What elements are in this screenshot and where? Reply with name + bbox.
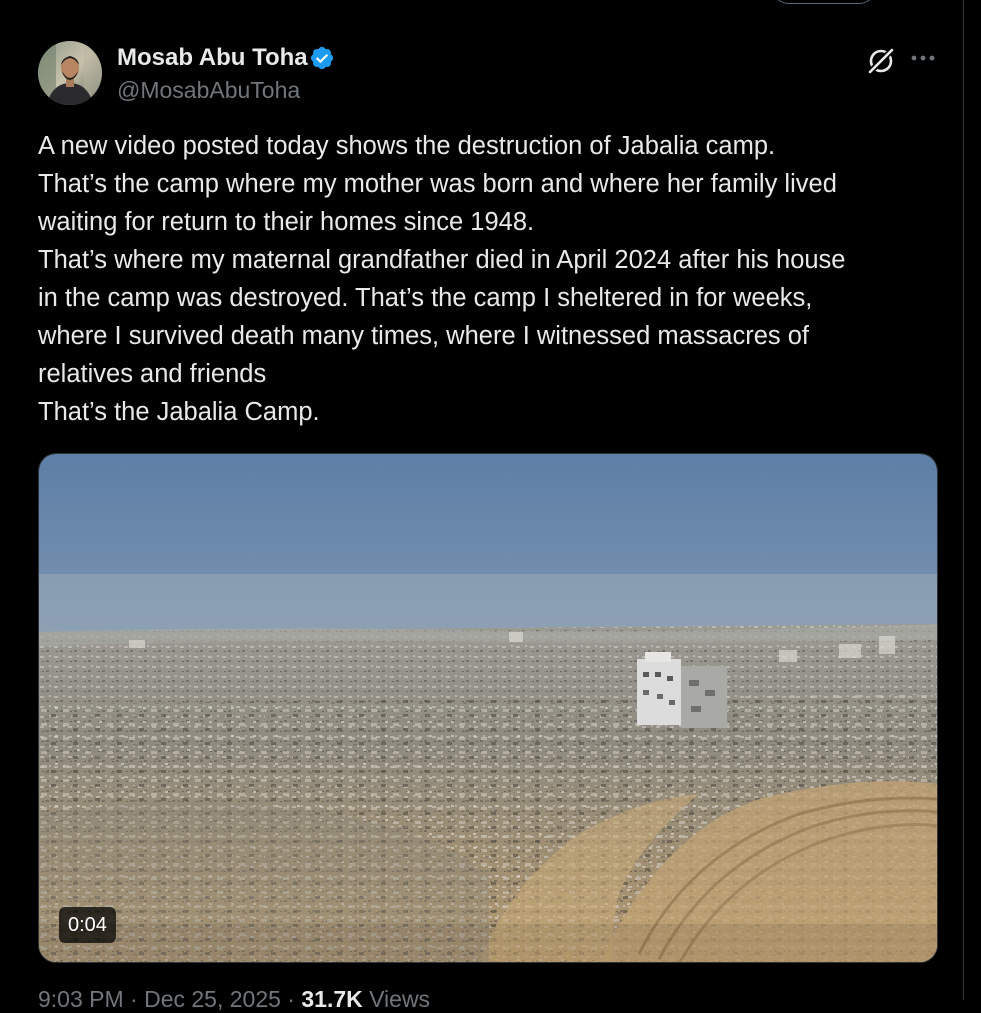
- author-handle[interactable]: @MosabAbuToha: [117, 77, 300, 104]
- tweet-text-line: waiting for return to their homes since …: [38, 208, 535, 236]
- tweet-text-line: in the camp was destroyed. That’s the ca…: [38, 284, 813, 312]
- video-duration-badge: 0:04: [59, 907, 116, 943]
- more-options-icon[interactable]: [909, 48, 937, 68]
- views-label: Views: [362, 986, 431, 1012]
- grok-icon[interactable]: [866, 46, 896, 76]
- tweet-text-line: relatives and friends: [38, 360, 267, 388]
- avatar[interactable]: [38, 41, 102, 105]
- video-player[interactable]: [38, 453, 938, 963]
- video-frame: [39, 454, 937, 962]
- tweet-text-line: A new video posted today shows the destr…: [38, 132, 776, 160]
- timeline-right-border: [963, 0, 964, 1000]
- verified-badge-icon: [310, 46, 334, 70]
- author-display-name[interactable]: Mosab Abu Toha: [117, 44, 308, 72]
- view-count: 31.7K: [301, 986, 363, 1012]
- tweet-text-line: That’s the camp where my mother was born…: [38, 170, 837, 198]
- tweet-text-line: That’s where my maternal grandfather die…: [38, 246, 846, 274]
- tweet-timestamp[interactable]: 9:03 PM · Dec 25, 2025 ·: [38, 986, 301, 1012]
- follow-button-partial[interactable]: [772, 0, 876, 4]
- tweet-text-line: That’s the Jabalia Camp.: [38, 398, 320, 426]
- tweet-text: A new video posted today shows the destr…: [38, 127, 943, 431]
- tweet-text-line: where I survived death many times, where…: [38, 322, 809, 350]
